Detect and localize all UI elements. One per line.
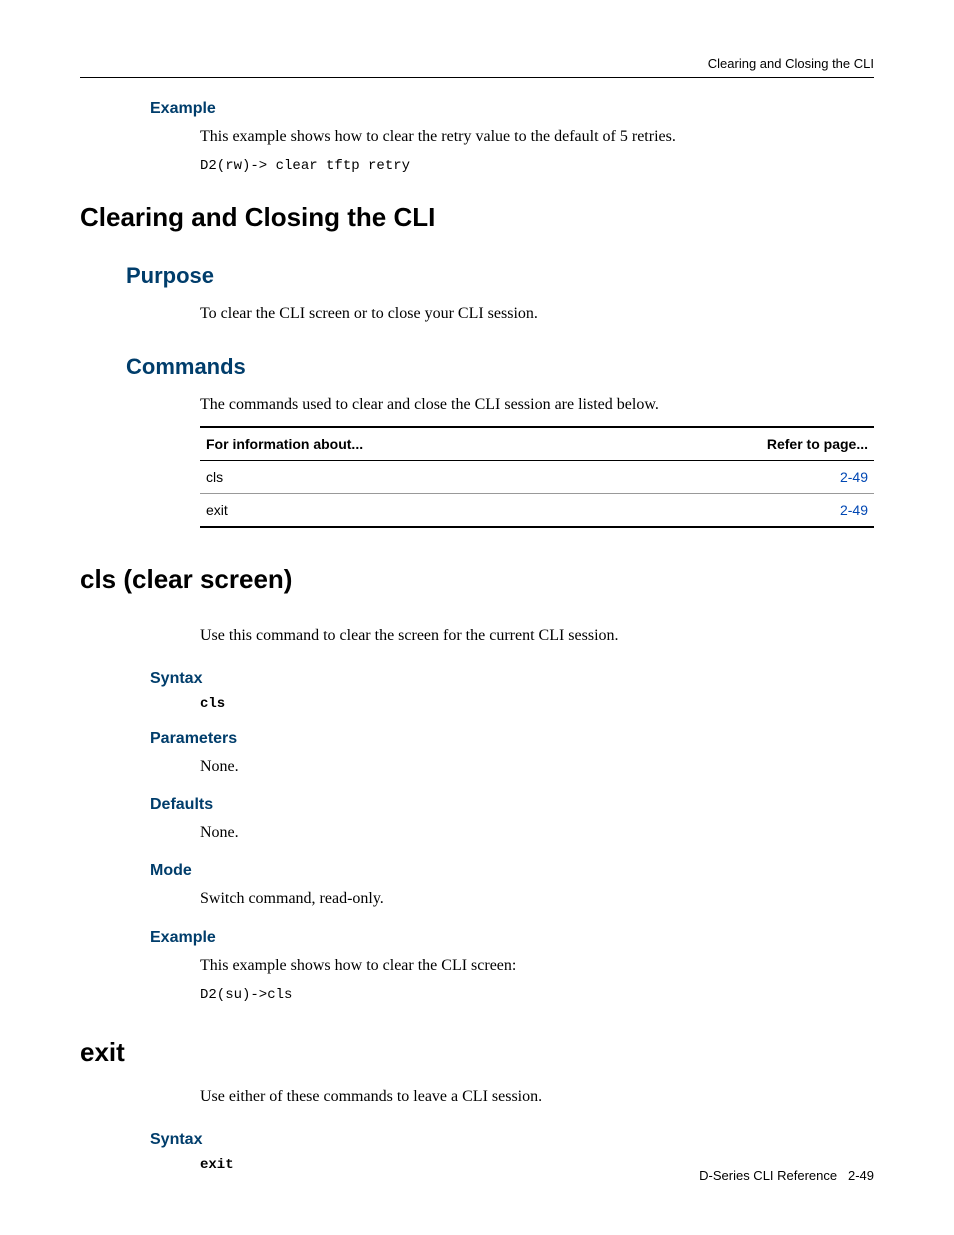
example-heading: Example [150,100,874,118]
syntax-heading: Syntax [150,670,874,688]
purpose-text: To clear the CLI screen or to close your… [200,303,874,325]
defaults-heading: Defaults [150,796,874,814]
syntax-heading: Syntax [150,1131,874,1149]
page-footer: D-Series CLI Reference 2-49 [699,1168,874,1183]
running-title: Clearing and Closing the CLI [708,56,874,71]
page-header: Clearing and Closing the CLI [80,56,874,78]
example-code: D2(rw)-> clear tftp retry [200,158,874,174]
table-cell-cmd: cls [200,461,604,494]
commands-text: The commands used to clear and close the… [200,394,874,416]
table-header-row: For information about... Refer to page..… [200,427,874,461]
table-row: cls 2-49 [200,461,874,494]
example-code: D2(su)->cls [200,987,874,1003]
table-cell-page: 2-49 [604,461,874,494]
purpose-heading: Purpose [126,263,874,289]
exit-intro: Use either of these commands to leave a … [200,1086,874,1108]
table-row: exit 2-49 [200,494,874,528]
commands-heading: Commands [126,354,874,380]
syntax-code: cls [200,696,874,712]
mode-heading: Mode [150,862,874,880]
cls-title: cls (clear screen) [80,564,874,595]
table-header-col1: For information about... [200,427,604,461]
exit-title: exit [80,1037,874,1068]
example-text: This example shows how to clear the retr… [200,126,874,148]
table-cell-cmd: exit [200,494,604,528]
example-heading: Example [150,929,874,947]
footer-doc: D-Series CLI Reference [699,1168,837,1183]
parameters-text: None. [200,756,874,778]
example-text: This example shows how to clear the CLI … [200,955,874,977]
table-header-col2: Refer to page... [604,427,874,461]
cls-intro: Use this command to clear the screen for… [200,625,874,647]
defaults-text: None. [200,822,874,844]
page-link[interactable]: 2-49 [840,502,868,518]
parameters-heading: Parameters [150,730,874,748]
page-link[interactable]: 2-49 [840,469,868,485]
commands-table: For information about... Refer to page..… [200,426,874,528]
table-cell-page: 2-49 [604,494,874,528]
footer-page: 2-49 [848,1168,874,1183]
section-title: Clearing and Closing the CLI [80,202,874,233]
mode-text: Switch command, read-only. [200,888,874,910]
